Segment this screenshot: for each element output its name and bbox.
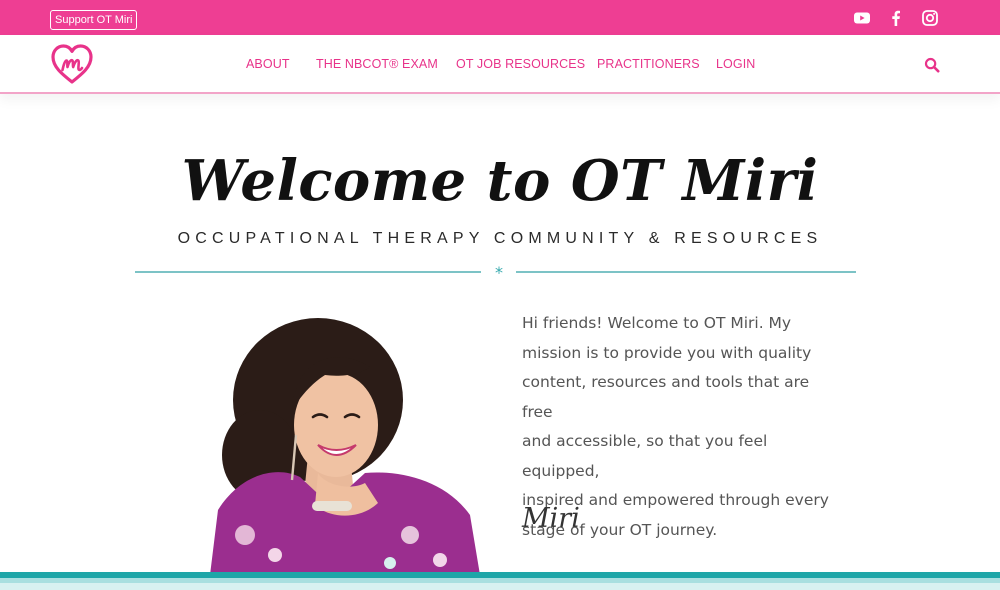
support-button[interactable]: Support OT Miri	[50, 10, 138, 30]
intro-line: Hi friends! Welcome to OT Miri. My	[522, 314, 792, 332]
youtube-icon[interactable]	[853, 9, 871, 27]
nav-item-about[interactable]: ABOUT	[246, 57, 290, 71]
heart-m-logo-icon[interactable]	[50, 43, 94, 85]
intro-line: content, resources and tools that are fr…	[522, 373, 810, 421]
nav-item-nbcot-exam[interactable]: THE NBCOT® EXAM	[316, 57, 438, 71]
nav-item-practitioners[interactable]: PRACTITIONERS	[597, 57, 700, 71]
divider-line-left	[135, 271, 481, 273]
main-nav: ABOUT THE NBCOT® EXAM OT JOB RESOURCES P…	[0, 35, 1000, 94]
page-title: Welcome to OT Miri	[181, 148, 819, 214]
intro-line: and accessible, so that you feel equippe…	[522, 432, 768, 480]
nav-item-ot-job-resources[interactable]: OT JOB RESOURCES	[456, 57, 585, 71]
portrait-photo	[210, 318, 480, 575]
divider-asterisk: *	[495, 263, 503, 282]
search-icon[interactable]	[924, 57, 940, 73]
divider-line-right	[516, 271, 856, 273]
page-subtitle: OCCUPATIONAL THERAPY COMMUNITY & RESOURC…	[177, 230, 823, 247]
top-bar: Support OT Miri	[0, 0, 1000, 35]
footer-stripe-light	[0, 583, 1000, 590]
intro-line: mission is to provide you with quality	[522, 343, 812, 362]
instagram-icon[interactable]	[921, 9, 939, 27]
facebook-icon[interactable]	[887, 9, 905, 27]
nav-item-login[interactable]: LOGIN	[716, 57, 755, 71]
signature: Miri	[522, 503, 580, 534]
